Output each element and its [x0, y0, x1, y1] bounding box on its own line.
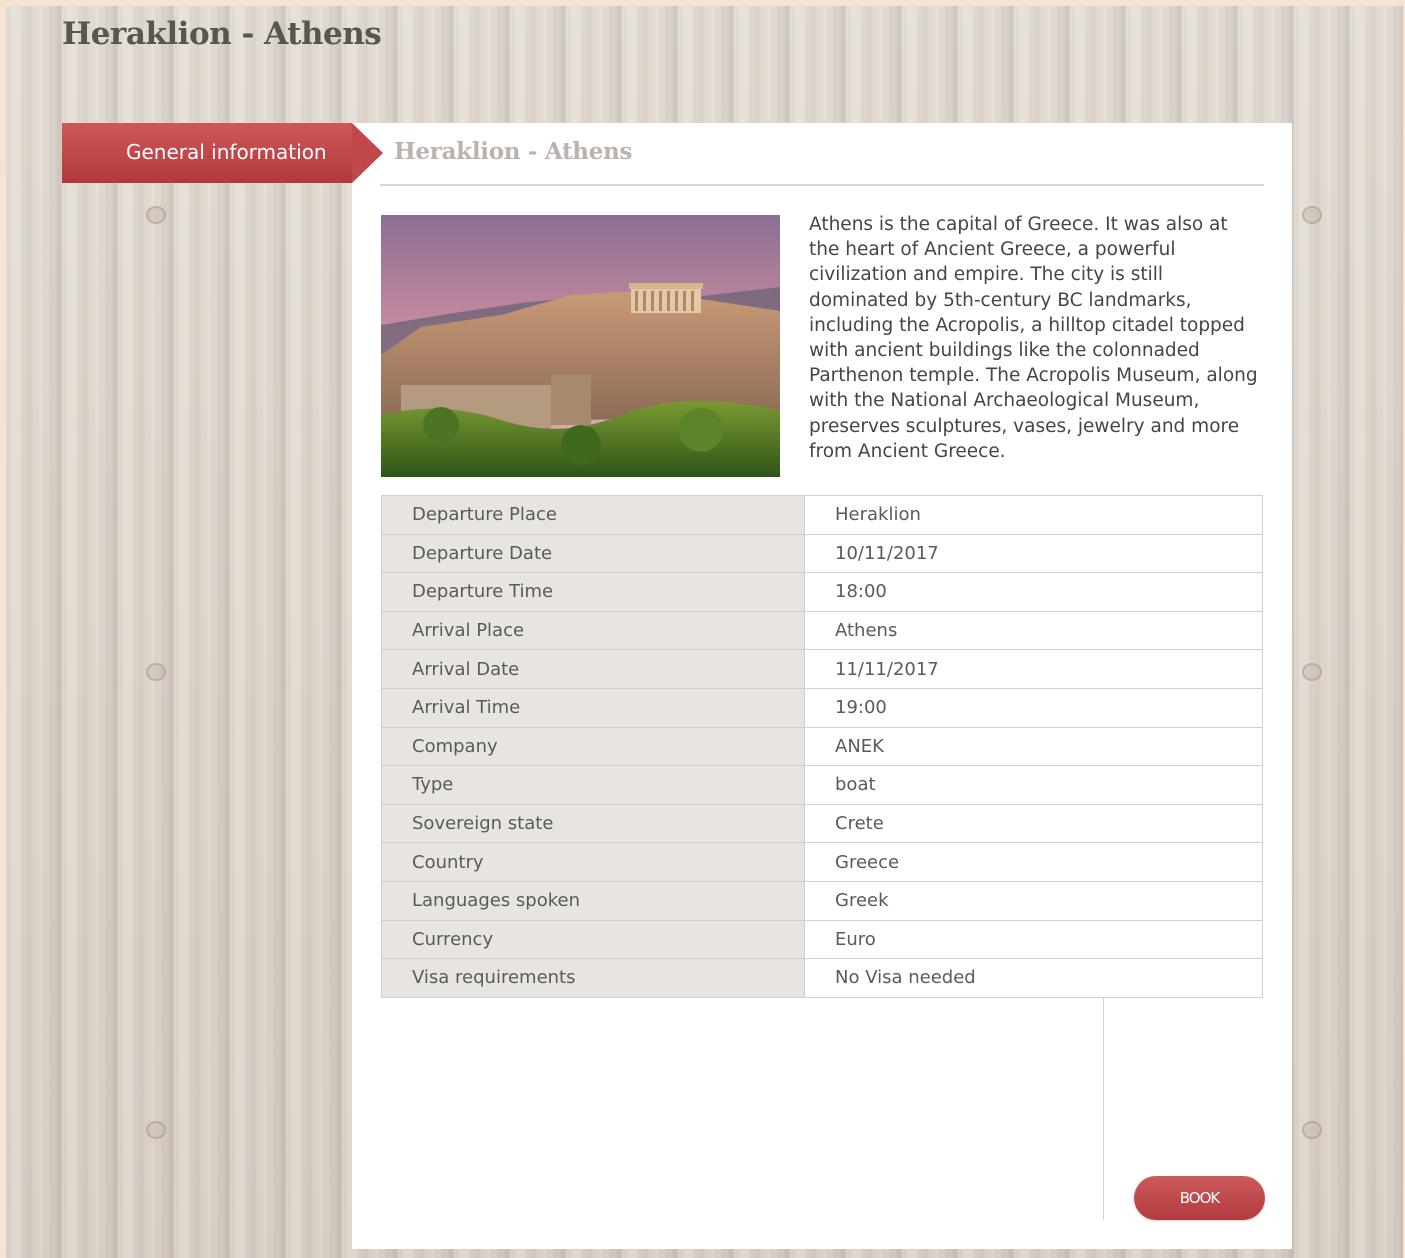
- table-row: Currency Euro: [381, 919, 1263, 960]
- row-value: Greece: [804, 842, 1263, 882]
- book-button[interactable]: BOOK: [1134, 1176, 1265, 1220]
- row-value: Heraklion: [804, 495, 1263, 535]
- row-label: Type: [381, 765, 805, 805]
- row-label: Arrival Time: [381, 687, 805, 728]
- row-value: Athens: [804, 610, 1263, 651]
- acropolis-photo: [381, 215, 780, 477]
- table-row: Departure Time 18:00: [381, 572, 1263, 612]
- table-row: Departure Place Heraklion: [381, 495, 1263, 535]
- wood-knot: [146, 663, 166, 681]
- row-value: boat: [804, 765, 1263, 805]
- table-row: Country Greece: [381, 842, 1263, 882]
- wood-knot: [1302, 663, 1322, 681]
- row-label: Arrival Date: [381, 649, 805, 689]
- destination-description: Athens is the capital of Greece. It was …: [809, 214, 1258, 462]
- vertical-divider: [1103, 998, 1104, 1220]
- table-row: Arrival Time 19:00: [381, 687, 1263, 728]
- row-label: Sovereign state: [381, 803, 805, 844]
- row-value: 11/11/2017: [804, 649, 1263, 689]
- row-value: Greek: [804, 880, 1263, 921]
- trip-details-table: Departure Place Heraklion Departure Date…: [381, 495, 1263, 998]
- acropolis-illustration: [381, 215, 780, 477]
- row-label: Departure Place: [381, 495, 805, 535]
- table-row: Sovereign state Crete: [381, 803, 1263, 844]
- row-label: Country: [381, 842, 805, 882]
- row-value: ANEK: [804, 726, 1263, 767]
- row-label: Languages spoken: [381, 880, 805, 921]
- page-title: Heraklion - Athens: [62, 16, 382, 52]
- wood-knot: [1302, 1121, 1322, 1139]
- tab-general-information[interactable]: General information: [62, 123, 383, 183]
- tab-label: General information: [126, 140, 327, 164]
- row-value: No Visa needed: [804, 958, 1263, 998]
- table-row: Type boat: [381, 765, 1263, 805]
- table-row: Languages spoken Greek: [381, 880, 1263, 921]
- row-label: Currency: [381, 919, 805, 960]
- wood-knot: [146, 1121, 166, 1139]
- row-label: Departure Date: [381, 533, 805, 574]
- row-value: 19:00: [804, 687, 1263, 728]
- table-row: Arrival Place Athens: [381, 610, 1263, 651]
- table-row: Visa requirements No Visa needed: [381, 958, 1263, 998]
- title-divider: [380, 184, 1264, 186]
- table-row: Departure Date 10/11/2017: [381, 533, 1263, 574]
- row-label: Departure Time: [381, 572, 805, 612]
- row-label: Company: [381, 726, 805, 767]
- wood-knot: [146, 206, 166, 224]
- row-value: 18:00: [804, 572, 1263, 612]
- row-label: Arrival Place: [381, 610, 805, 651]
- table-row: Company ANEK: [381, 726, 1263, 767]
- row-value: 10/11/2017: [804, 533, 1263, 574]
- wood-knot: [1302, 206, 1322, 224]
- row-value: Euro: [804, 919, 1263, 960]
- section-title: Heraklion - Athens: [394, 138, 633, 165]
- row-value: Crete: [804, 803, 1263, 844]
- table-row: Arrival Date 11/11/2017: [381, 649, 1263, 689]
- row-label: Visa requirements: [381, 958, 805, 998]
